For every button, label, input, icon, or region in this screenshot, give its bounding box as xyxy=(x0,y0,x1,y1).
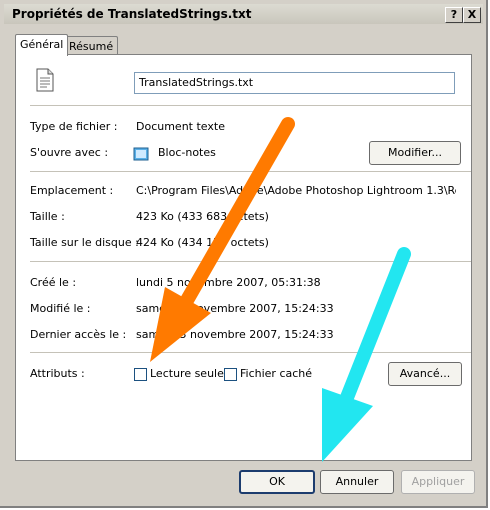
separator xyxy=(30,171,471,172)
help-button[interactable]: ? xyxy=(445,7,463,23)
general-panel: TranslatedStrings.txt Type de fichier : … xyxy=(15,54,472,461)
properties-dialog: Propriétés de TranslatedStrings.txt ? X … xyxy=(0,0,488,508)
opens-with-value: Bloc-notes xyxy=(158,146,216,159)
close-button[interactable]: X xyxy=(463,7,481,23)
readonly-label[interactable]: Lecture seule xyxy=(150,367,224,380)
attributes-label: Attributs : xyxy=(30,367,85,380)
window-title: Propriétés de TranslatedStrings.txt xyxy=(12,7,252,21)
file-name-value: TranslatedStrings.txt xyxy=(139,76,254,89)
separator xyxy=(30,261,471,262)
opens-with-label: S'ouvre avec : xyxy=(30,146,109,159)
tab-summary[interactable]: Résumé xyxy=(64,36,119,56)
created-value: lundi 5 novembre 2007, 05:31:38 xyxy=(136,276,321,289)
separator xyxy=(30,352,471,353)
file-name-field[interactable]: TranslatedStrings.txt xyxy=(134,72,455,94)
type-label: Type de fichier : xyxy=(30,120,118,133)
title-bar: Propriétés de TranslatedStrings.txt ? X xyxy=(4,4,483,24)
type-value: Document texte xyxy=(136,120,225,133)
text-file-icon xyxy=(36,68,54,92)
readonly-checkbox[interactable] xyxy=(134,368,147,381)
hidden-label[interactable]: Fichier caché xyxy=(240,367,312,380)
advanced-button[interactable]: Avancé... xyxy=(388,362,462,386)
location-value: C:\Program Files\Adobe\Adobe Photoshop L… xyxy=(136,184,456,197)
size-label: Taille : xyxy=(30,210,65,223)
apply-button[interactable]: Appliquer xyxy=(401,470,475,494)
change-button[interactable]: Modifier... xyxy=(369,141,461,165)
modified-value: samedi 3 novembre 2007, 15:24:33 xyxy=(136,302,334,315)
size-on-disk-label: Taille sur le disque : xyxy=(30,236,139,249)
notepad-icon xyxy=(133,147,149,161)
accessed-label: Dernier accès le : xyxy=(30,328,127,341)
created-label: Créé le : xyxy=(30,276,77,289)
hidden-checkbox[interactable] xyxy=(224,368,237,381)
size-value: 423 Ko (433 683 octets) xyxy=(136,210,269,223)
accessed-value: samedi 3 novembre 2007, 15:24:33 xyxy=(136,328,334,341)
location-label: Emplacement : xyxy=(30,184,114,197)
tab-general[interactable]: Général xyxy=(15,34,69,56)
size-on-disk-value: 424 Ko (434 176 octets) xyxy=(136,236,269,249)
separator xyxy=(30,105,471,106)
cancel-button[interactable]: Annuler xyxy=(320,470,394,494)
ok-button[interactable]: OK xyxy=(239,470,315,494)
modified-label: Modifié le : xyxy=(30,302,91,315)
